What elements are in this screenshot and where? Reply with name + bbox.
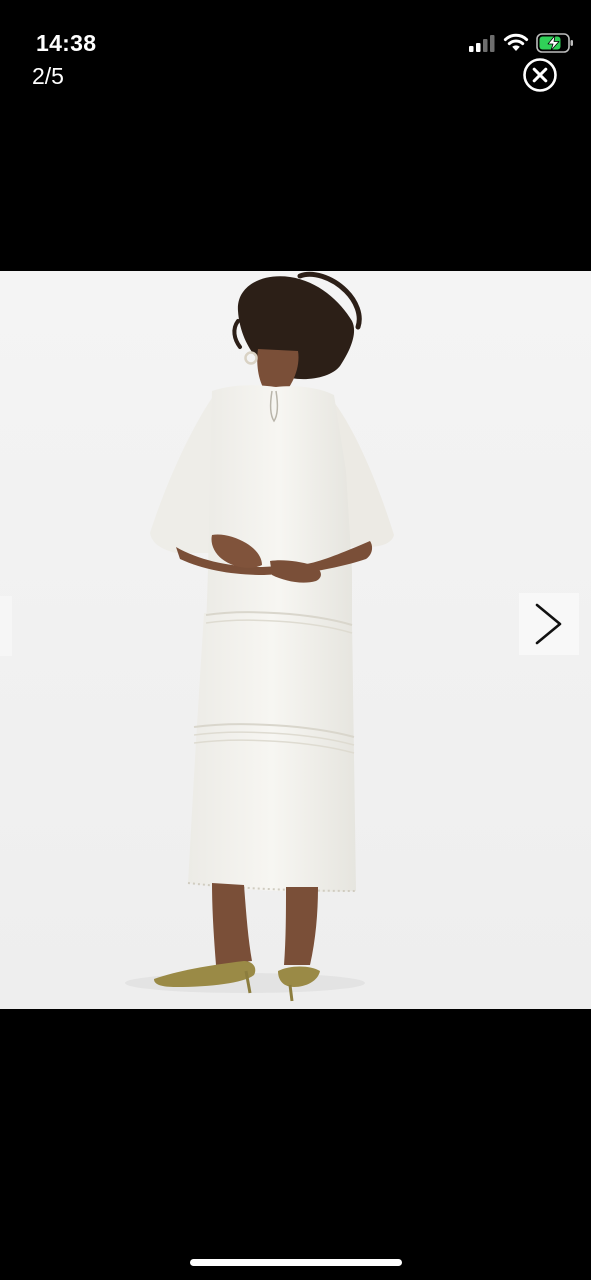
next-image-button[interactable] [519,593,579,655]
previous-image-area[interactable] [0,596,12,656]
cellular-signal-icon [469,35,495,52]
wifi-icon [503,33,529,51]
image-counter: 2/5 [32,63,64,89]
status-bar: 14:38 [0,0,591,64]
status-time: 14:38 [36,30,97,56]
battery-charging-icon [536,33,573,53]
close-button[interactable] [522,57,558,93]
product-photo[interactable] [0,271,591,1009]
home-indicator[interactable] [190,1259,402,1266]
photo-image [0,271,591,1009]
chevron-right-icon [535,603,562,645]
close-circle-icon [523,58,557,92]
